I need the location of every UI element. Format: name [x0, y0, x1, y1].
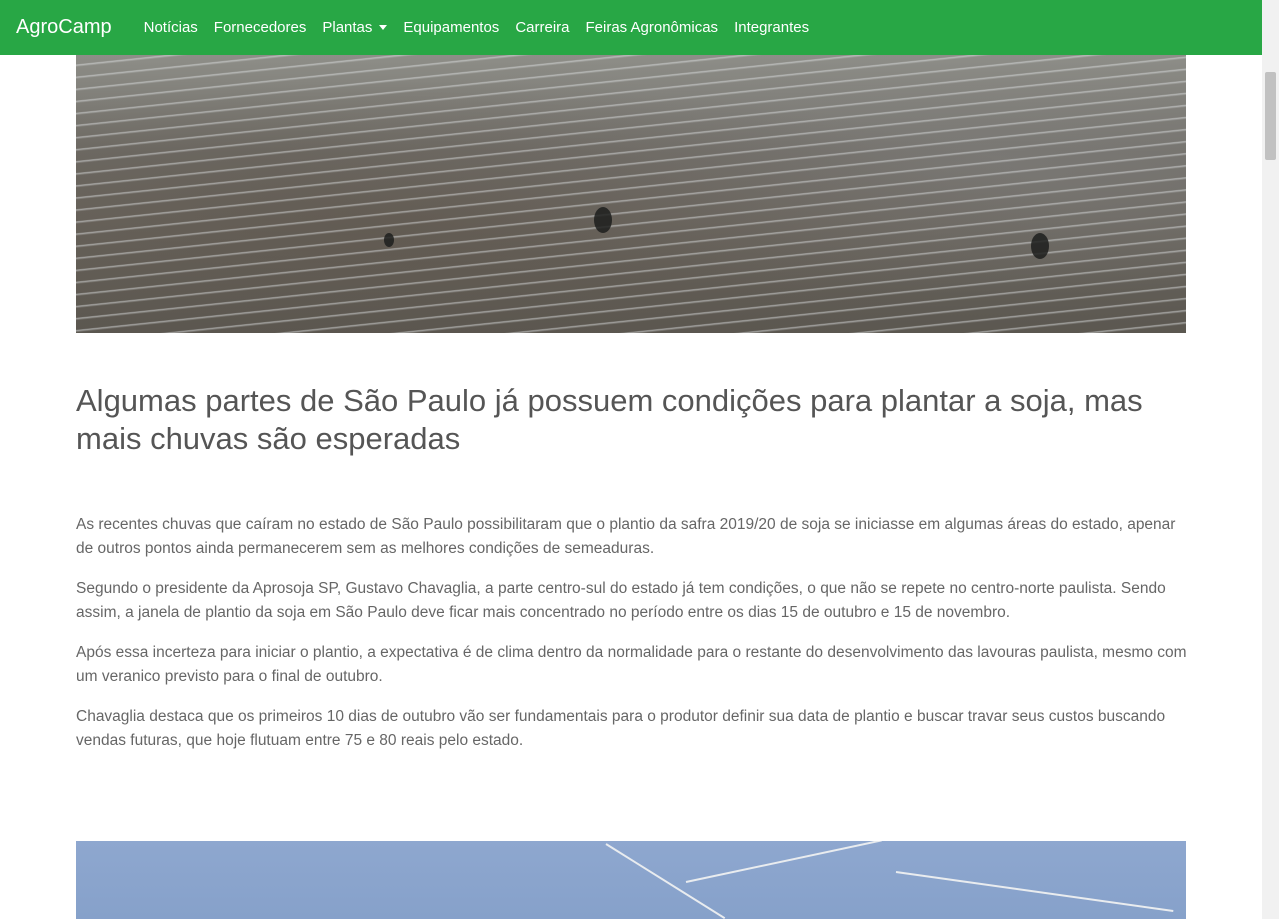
article-paragraph: Segundo o presidente da Aprosoja SP, Gus… [76, 580, 1166, 621]
scrollbar-thumb[interactable] [1265, 72, 1276, 160]
article-paragraph: Chavaglia destaca que os primeiros 10 di… [76, 708, 1166, 749]
article-paragraph: As recentes chuvas que caíram no estado … [76, 516, 1176, 557]
nav-dropdown-plantas[interactable]: Plantas [314, 19, 395, 36]
wire-shape [895, 871, 1174, 912]
caret-down-icon [379, 25, 388, 30]
nav-link-noticias[interactable]: Notícias [136, 19, 206, 36]
wire-shape [605, 843, 726, 919]
nav-link-integrantes[interactable]: Integrantes [726, 19, 817, 36]
plant-shape [384, 233, 394, 247]
nav-menu: Notícias Fornecedores Plantas Equipament… [136, 19, 818, 36]
vertical-scrollbar[interactable] [1262, 0, 1279, 919]
wire-shape [685, 841, 882, 883]
nav-link-equipamentos[interactable]: Equipamentos [395, 19, 507, 36]
plant-shape [1031, 233, 1049, 259]
nav-link-feiras-agronomicas[interactable]: Feiras Agronômicas [578, 19, 727, 36]
brand-logo-link[interactable]: AgroCamp [16, 16, 112, 39]
nav-link-fornecedores[interactable]: Fornecedores [206, 19, 315, 36]
article-title: Algumas partes de São Paulo já possuem c… [76, 383, 1143, 456]
plant-shape [594, 207, 612, 233]
article-secondary-image [76, 841, 1186, 919]
article-paragraph: Após essa incerteza para iniciar o plant… [76, 644, 1187, 685]
top-navbar: AgroCamp Notícias Fornecedores Plantas E… [0, 0, 1262, 55]
nav-dropdown-plantas-label: Plantas [322, 19, 373, 36]
nav-link-carreira[interactable]: Carreira [507, 19, 577, 36]
article-hero-image [76, 55, 1186, 333]
article-body: As recentes chuvas que caíram no estado … [76, 513, 1188, 769]
